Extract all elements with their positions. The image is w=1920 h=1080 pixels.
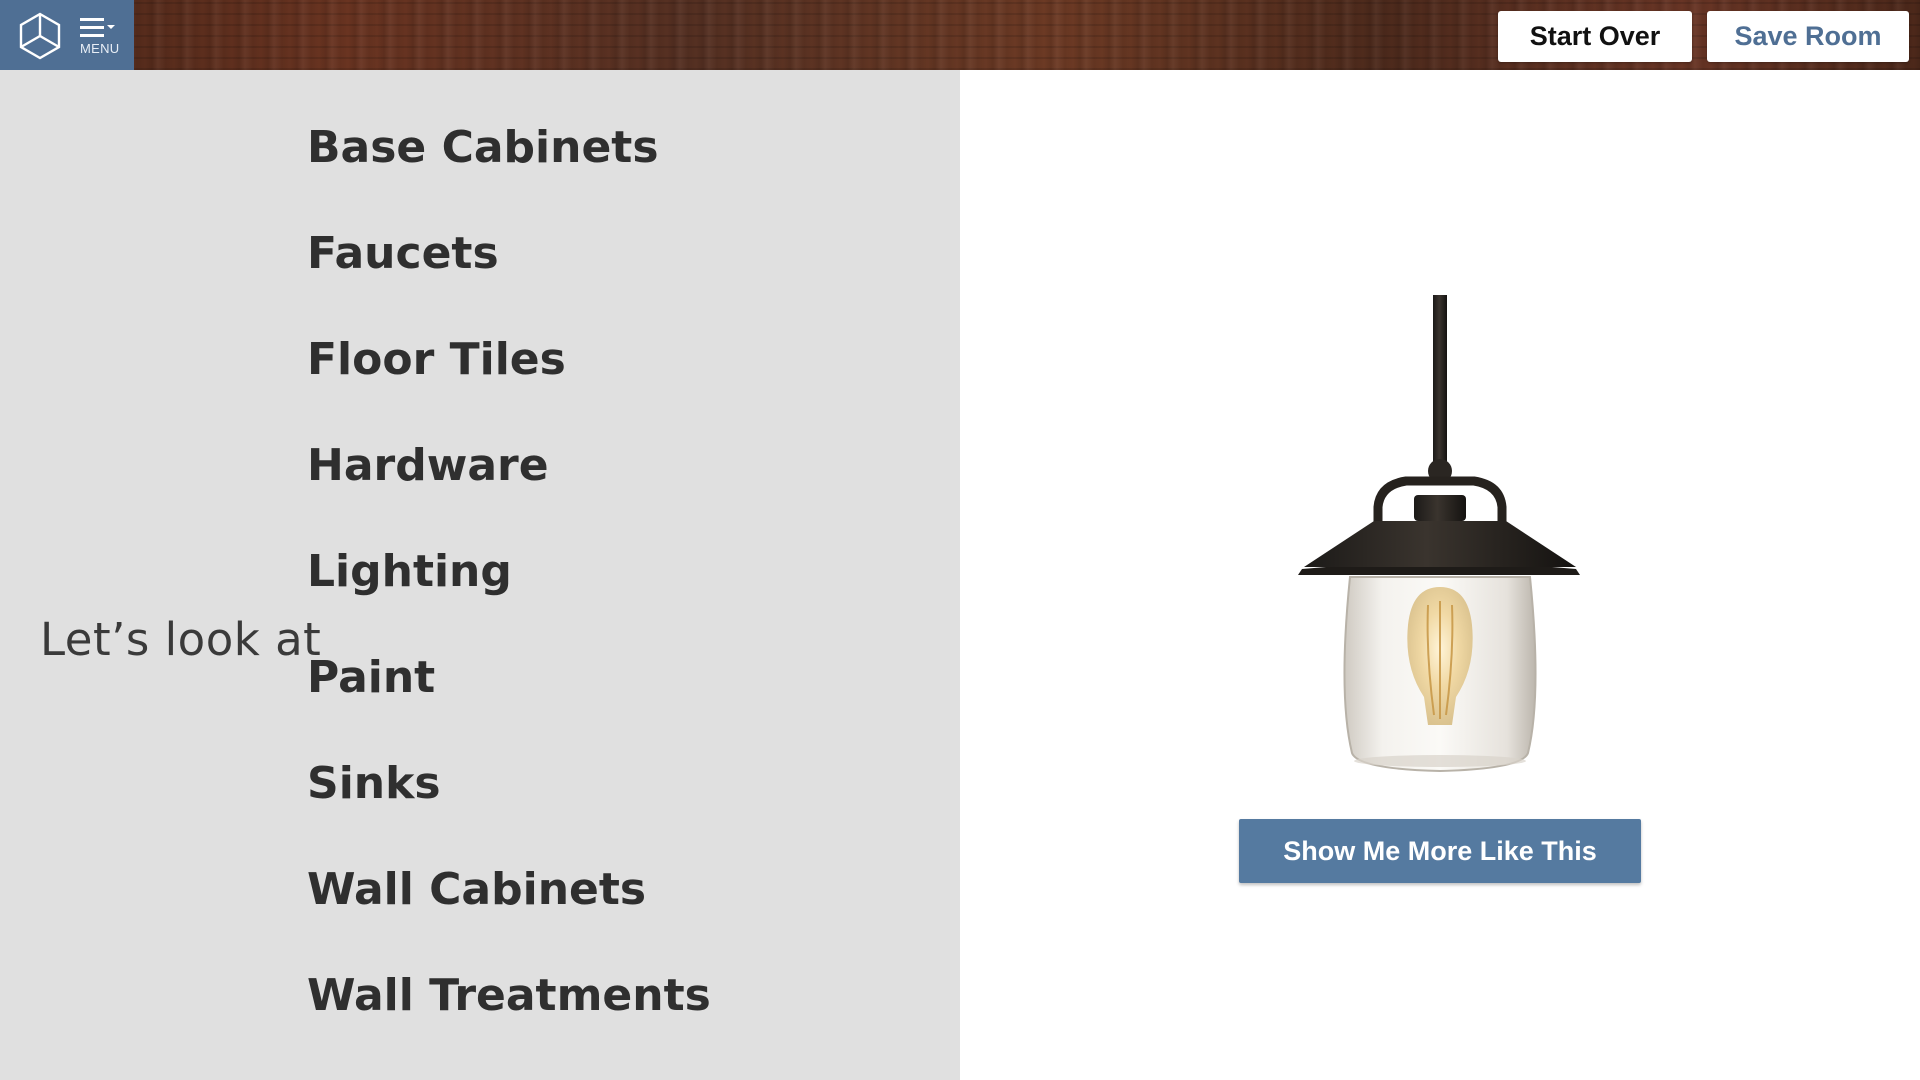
- category-paint[interactable]: Paint: [307, 652, 435, 703]
- category-wall-treatments[interactable]: Wall Treatments: [307, 970, 711, 1021]
- lead-text: Let’s look at: [40, 613, 322, 666]
- menu-button[interactable]: MENU: [78, 14, 122, 58]
- start-over-button[interactable]: Start Over: [1498, 11, 1692, 62]
- category-hardware[interactable]: Hardware: [307, 440, 549, 491]
- category-wall-cabinets[interactable]: Wall Cabinets: [307, 864, 646, 915]
- category-faucets[interactable]: Faucets: [307, 228, 499, 279]
- category-floor-tiles[interactable]: Floor Tiles: [307, 334, 566, 385]
- category-base-cabinets[interactable]: Base Cabinets: [307, 122, 659, 173]
- menu-block: MENU: [0, 0, 134, 70]
- pendant-lamp-image: [1298, 295, 1580, 773]
- category-lighting[interactable]: Lighting: [307, 546, 512, 597]
- category-sinks[interactable]: Sinks: [307, 758, 441, 809]
- menu-label: MENU: [80, 41, 120, 56]
- save-room-button[interactable]: Save Room: [1707, 11, 1909, 62]
- show-more-like-this-button[interactable]: Show Me More Like This: [1239, 819, 1641, 883]
- hamburger-menu-icon: [80, 18, 115, 37]
- category-panel: Let’s look at Base Cabinets Faucets Floo…: [0, 70, 960, 1080]
- cube-logo-icon[interactable]: [18, 12, 62, 60]
